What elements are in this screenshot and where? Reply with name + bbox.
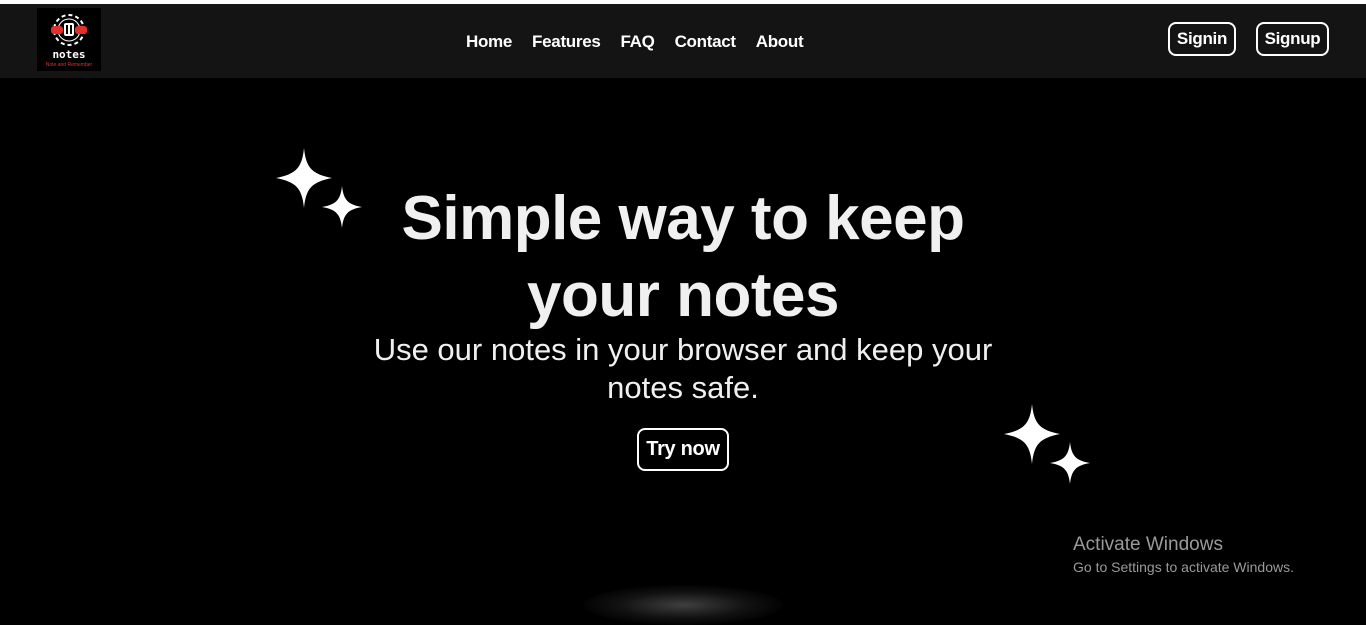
nav-faq[interactable]: FAQ	[621, 32, 655, 52]
try-now-button[interactable]: Try now	[637, 428, 729, 471]
hero-subtitle-line2: notes safe.	[607, 370, 759, 405]
windows-activation-watermark: Activate Windows Go to Settings to activ…	[1073, 534, 1363, 577]
logo[interactable]: notes Note and Remember	[37, 8, 101, 71]
logo-word: notes	[52, 48, 86, 61]
bottom-glow	[583, 585, 783, 625]
signin-button[interactable]: Signin	[1168, 22, 1236, 56]
logo-gear-icon	[51, 14, 87, 46]
nav-home[interactable]: Home	[466, 32, 512, 52]
hero-title: Simple way to keep your notes	[333, 180, 1033, 334]
navbar: notes Note and Remember Home Features FA…	[0, 4, 1366, 78]
main-nav: Home Features FAQ Contact About	[466, 30, 804, 54]
sparkle-icon	[1004, 404, 1090, 484]
nav-contact[interactable]: Contact	[675, 32, 736, 52]
nav-about[interactable]: About	[756, 32, 804, 52]
hero-subtitle: Use our notes in your browser and keep y…	[333, 331, 1033, 407]
nav-features[interactable]: Features	[532, 32, 601, 52]
hero-title-line2: your notes	[527, 261, 839, 330]
signup-button[interactable]: Signup	[1256, 22, 1329, 56]
hero-title-line1: Simple way to keep	[401, 184, 966, 253]
watermark-title: Activate Windows	[1073, 534, 1223, 555]
watermark-subtitle: Go to Settings to activate Windows.	[1073, 559, 1294, 575]
hero-subtitle-line1: Use our notes in your browser and keep y…	[373, 332, 993, 367]
logo-tagline: Note and Remember	[45, 62, 93, 68]
